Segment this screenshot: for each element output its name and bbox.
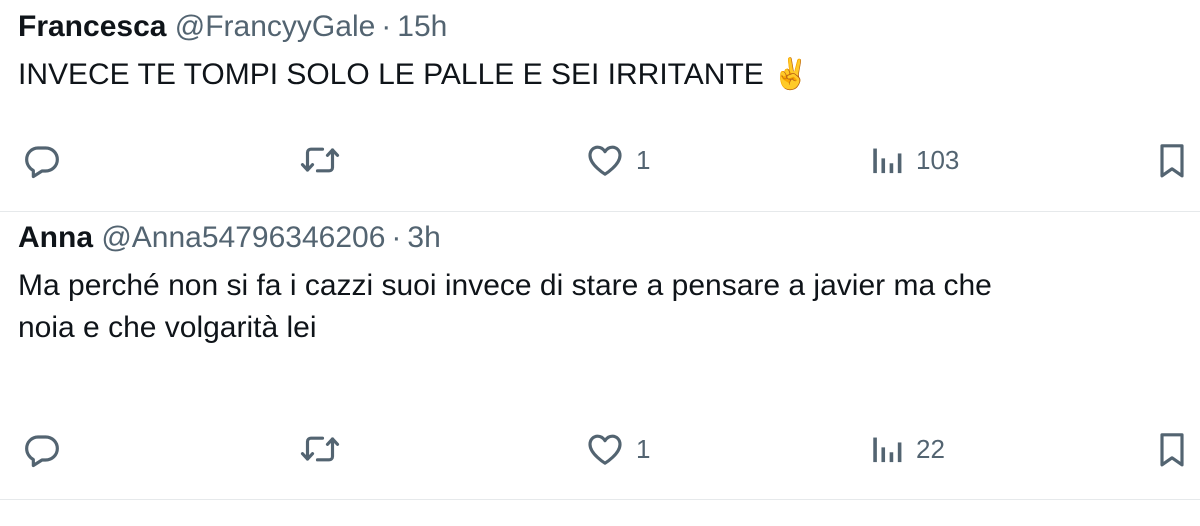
reply-button[interactable] <box>22 140 62 180</box>
reply-icon <box>22 429 62 469</box>
author-handle[interactable]: @Anna54796346206 <box>101 221 385 254</box>
tweet-header: Francesca @FrancyyGale · 15h <box>18 8 447 46</box>
tweet[interactable]: Anna @Anna54796346206 · 3h Ma perché non s… <box>0 211 1200 500</box>
like-count: 1 <box>636 434 651 464</box>
author-handle[interactable]: @FrancyyGale <box>175 10 376 43</box>
views-button[interactable]: 103 <box>870 140 959 180</box>
like-button[interactable]: 1 <box>584 429 650 469</box>
reply-icon <box>22 140 62 180</box>
tweet-text: INVECE TE TOMPI SOLO LE PALLE E SEI IRRI… <box>18 54 1200 96</box>
reply-button[interactable] <box>22 429 62 469</box>
retweet-button[interactable] <box>298 429 342 469</box>
views-icon <box>870 429 906 469</box>
separator-dot: · <box>391 221 402 254</box>
view-count: 103 <box>916 145 960 175</box>
view-count: 22 <box>916 434 945 464</box>
retweet-icon <box>298 140 342 180</box>
heart-icon <box>584 429 626 469</box>
views-icon <box>870 140 906 180</box>
like-count: 1 <box>636 145 651 175</box>
tweet-text-body: INVECE TE TOMPI SOLO LE PALLE E SEI IRRI… <box>18 58 764 91</box>
bookmark-icon <box>1155 429 1189 469</box>
tweet-header: Anna @Anna54796346206 · 3h <box>18 219 441 257</box>
tweet-actions: 1 22 <box>0 429 1200 469</box>
tweet-actions: 1 103 <box>0 140 1200 180</box>
heart-icon <box>584 140 626 180</box>
like-button[interactable]: 1 <box>584 140 650 180</box>
author-name[interactable]: Francesca <box>18 10 166 43</box>
retweet-icon <box>298 429 342 469</box>
bookmark-icon <box>1155 140 1189 180</box>
tweet[interactable]: Francesca @FrancyyGale · 15h INVECE TE TOM… <box>0 0 1200 212</box>
victory-hand-emoji: ✌️ <box>772 58 810 91</box>
timestamp[interactable]: 3h <box>407 221 440 254</box>
bookmark-button[interactable] <box>1155 140 1189 180</box>
tweet-text: Ma perché non si fa i cazzi suoi invece … <box>18 269 992 344</box>
timestamp[interactable]: 15h <box>397 10 447 43</box>
separator-dot: · <box>381 10 392 43</box>
views-button[interactable]: 22 <box>870 429 945 469</box>
bookmark-button[interactable] <box>1155 429 1189 469</box>
retweet-button[interactable] <box>298 140 342 180</box>
author-name[interactable]: Anna <box>18 221 93 254</box>
